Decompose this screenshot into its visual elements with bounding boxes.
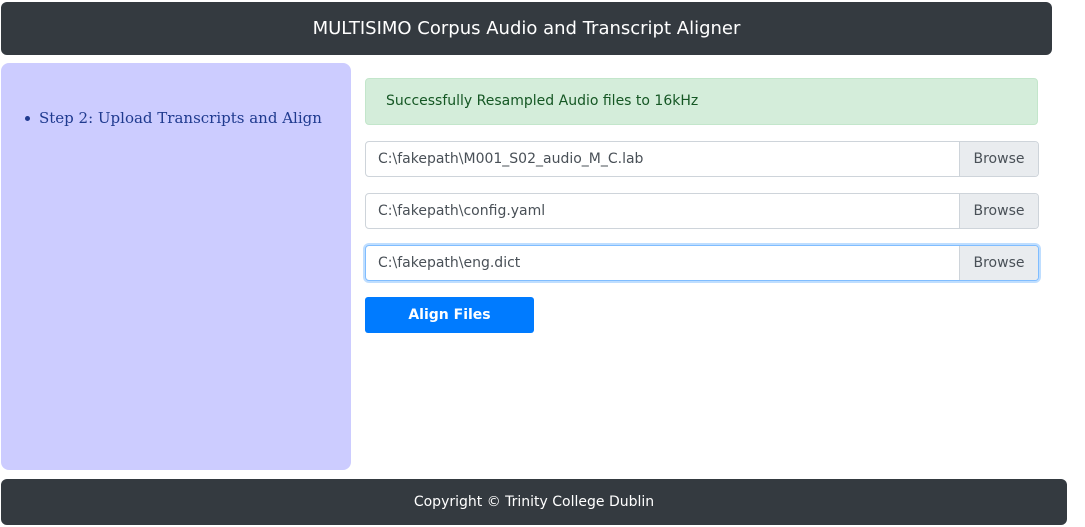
config-file-input[interactable]: C:\fakepath\config.yaml Browse <box>365 193 1039 229</box>
transcript-file-input[interactable]: C:\fakepath\M001_S02_audio_M_C.lab Brows… <box>365 141 1039 177</box>
success-alert: Successfully Resampled Audio files to 16… <box>365 78 1038 125</box>
transcript-file-path[interactable]: C:\fakepath\M001_S02_audio_M_C.lab <box>366 142 959 176</box>
bullet-icon <box>25 115 30 121</box>
config-browse-button[interactable]: Browse <box>959 194 1038 228</box>
align-files-button[interactable]: Align Files <box>365 297 534 333</box>
config-file-path[interactable]: C:\fakepath\config.yaml <box>366 194 959 228</box>
page-title: MULTISIMO Corpus Audio and Transcript Al… <box>1 2 1052 55</box>
dictionary-browse-button[interactable]: Browse <box>959 246 1038 280</box>
sidebar-item-step-2[interactable]: Step 2: Upload Transcripts and Align <box>25 109 322 127</box>
sidebar: Step 2: Upload Transcripts and Align <box>1 63 351 470</box>
sidebar-steps-list: Step 2: Upload Transcripts and Align <box>25 109 322 127</box>
sidebar-item-label: Step 2: Upload Transcripts and Align <box>39 109 322 127</box>
dictionary-file-path[interactable]: C:\fakepath\eng.dict <box>366 246 959 280</box>
dictionary-file-input[interactable]: C:\fakepath\eng.dict Browse <box>365 245 1039 281</box>
main-content: Successfully Resampled Audio files to 16… <box>365 78 1039 333</box>
transcript-browse-button[interactable]: Browse <box>959 142 1038 176</box>
page: MULTISIMO Corpus Audio and Transcript Al… <box>0 0 1085 527</box>
footer-copyright: Copyright © Trinity College Dublin <box>1 479 1067 525</box>
